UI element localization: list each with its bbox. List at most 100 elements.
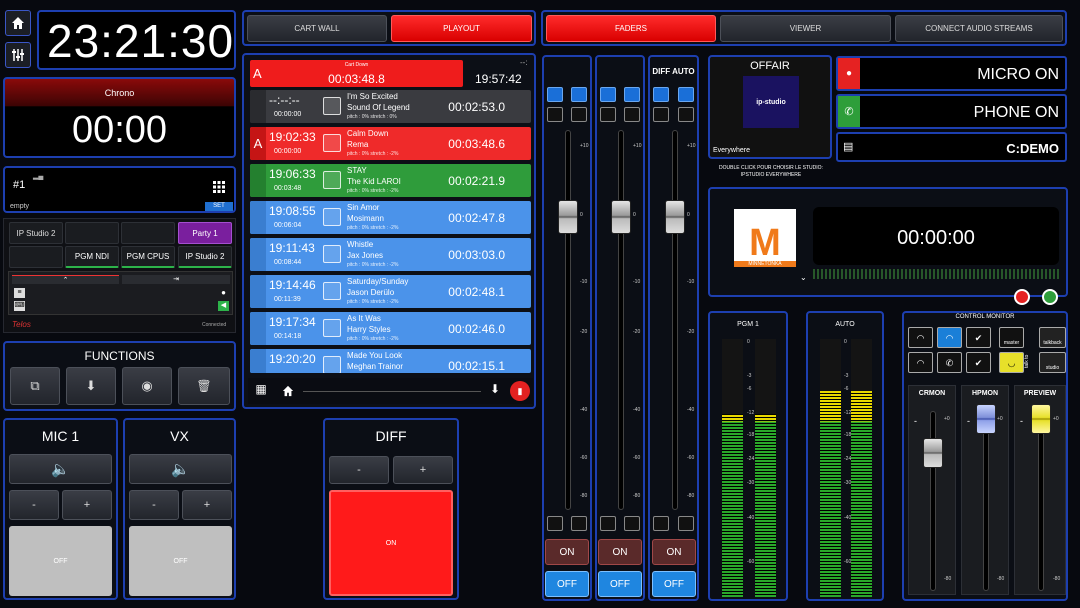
headphone-button[interactable]: ◡ bbox=[999, 352, 1024, 373]
cart-row-8[interactable]: 19:20:20 Made You Look Meghan Trainor 00… bbox=[250, 349, 531, 373]
hpmon-minus[interactable]: - bbox=[967, 416, 970, 426]
monitor-button-6[interactable]: ◠ bbox=[908, 352, 933, 373]
tab-cart-wall[interactable]: CART WALL bbox=[247, 15, 387, 42]
home-button[interactable] bbox=[5, 10, 31, 36]
fader-knob[interactable] bbox=[665, 200, 685, 234]
monitor-button-7[interactable]: ✆ bbox=[937, 352, 962, 373]
stream-button-2[interactable] bbox=[678, 87, 694, 102]
vx-minus-button[interactable]: - bbox=[129, 490, 179, 520]
studio-button[interactable]: studio bbox=[1039, 352, 1066, 373]
route-button[interactable] bbox=[547, 107, 563, 122]
mic-icon[interactable] bbox=[600, 516, 616, 531]
grid-cell-8[interactable]: IP Studio 2 bbox=[178, 246, 232, 268]
diff-plus-button[interactable]: + bbox=[393, 456, 453, 484]
chevron-down-icon[interactable]: ⌄ bbox=[800, 273, 807, 282]
talkback-button[interactable]: talkback bbox=[1039, 327, 1066, 348]
speaker-icon[interactable] bbox=[571, 516, 587, 531]
monitor-button-3[interactable]: ✔ bbox=[966, 327, 991, 348]
offair-panel[interactable]: OFFAIR ip-studio Everywhere bbox=[708, 55, 832, 159]
grid-cell-5[interactable] bbox=[9, 246, 63, 268]
stream-button-2[interactable] bbox=[624, 87, 640, 102]
mini-skip-button[interactable]: ⇥ bbox=[122, 275, 230, 284]
grid-cell-4[interactable]: Party 1 bbox=[178, 222, 232, 244]
vx-mute-button[interactable]: 🔈 bbox=[129, 454, 232, 484]
hpmon-knob[interactable] bbox=[976, 404, 996, 434]
route-button-2[interactable] bbox=[624, 107, 640, 122]
cart-row-2[interactable]: A 19:02:33 00:00:00 Calm Down Rema pitch… bbox=[250, 127, 531, 160]
cart-row-1[interactable]: --:--:-- 00:00:00 I'm So Excited Sound O… bbox=[250, 90, 531, 123]
mini-mic-icon[interactable]: ● bbox=[218, 288, 229, 298]
route-button-2[interactable] bbox=[571, 107, 587, 122]
fader-off-button[interactable]: OFF bbox=[652, 571, 696, 597]
grid-cell-7[interactable]: PGM CPUS bbox=[121, 246, 175, 268]
keyboard-icon[interactable]: ⌨ bbox=[14, 301, 25, 311]
mini-up-button[interactable]: ⌃ bbox=[12, 275, 119, 284]
mic-icon[interactable] bbox=[547, 516, 563, 531]
tab-faders[interactable]: FADERS bbox=[546, 15, 716, 42]
mixer-settings-button[interactable] bbox=[5, 42, 31, 68]
grid-cell-2[interactable] bbox=[65, 222, 119, 244]
cart-row-3[interactable]: 19:06:33 00:03:48 STAY The Kid LAROI pit… bbox=[250, 164, 531, 197]
record-stop-button[interactable] bbox=[1014, 289, 1030, 305]
monitor-button-1[interactable]: ◠ bbox=[908, 327, 933, 348]
preview-knob[interactable] bbox=[1031, 404, 1051, 434]
record-button[interactable]: ◉ bbox=[122, 367, 172, 405]
grid-cell-1[interactable]: IP Studio 2 bbox=[9, 222, 63, 244]
eject-button[interactable]: ▮ bbox=[510, 381, 530, 401]
calendar-button[interactable]: ▦ bbox=[252, 382, 270, 400]
download-button[interactable]: ⬇ bbox=[66, 367, 116, 405]
fader-knob[interactable] bbox=[558, 200, 578, 234]
crmon-minus[interactable]: - bbox=[914, 416, 917, 426]
arrow-down-button[interactable]: ⬇ bbox=[486, 382, 504, 400]
monitor-button-2[interactable]: ◠ bbox=[937, 327, 962, 348]
stream-button-2[interactable] bbox=[571, 87, 587, 102]
fader-strip-3: DIFF AUTO +10 0 -10 -20 -40 -60 -80 ON O… bbox=[648, 55, 699, 601]
grid-cell-3[interactable] bbox=[121, 222, 175, 244]
mic1-mute-button[interactable]: 🔈 bbox=[9, 454, 112, 484]
vx-off-button[interactable]: OFF bbox=[129, 526, 232, 596]
chrono-panel[interactable]: Chrono 00:00 bbox=[3, 77, 236, 158]
mic1-off-button[interactable]: OFF bbox=[9, 526, 112, 596]
route-button[interactable] bbox=[653, 107, 669, 122]
vx-plus-button[interactable]: + bbox=[182, 490, 232, 520]
grid-cell-6[interactable]: PGM NDI bbox=[65, 246, 119, 268]
keypad-button[interactable] bbox=[207, 173, 231, 201]
route-button[interactable] bbox=[600, 107, 616, 122]
speaker-icon[interactable] bbox=[678, 516, 694, 531]
mic1-minus-button[interactable]: - bbox=[9, 490, 59, 520]
fader-off-button[interactable]: OFF bbox=[598, 571, 642, 597]
mic-icon[interactable] bbox=[653, 516, 669, 531]
home-small-button[interactable] bbox=[279, 382, 297, 400]
diff-on-button[interactable]: ON bbox=[329, 490, 453, 596]
list-icon[interactable]: ≡ bbox=[14, 288, 25, 298]
cart-row-4[interactable]: 19:08:55 00:06:04 Sin Amor Mosimann pitc… bbox=[250, 201, 531, 234]
fader-on-button[interactable]: ON bbox=[598, 539, 642, 565]
route-button-2[interactable] bbox=[678, 107, 694, 122]
set-button[interactable]: SET bbox=[205, 202, 233, 211]
mic1-plus-button[interactable]: + bbox=[62, 490, 112, 520]
stream-button[interactable] bbox=[600, 87, 616, 102]
mini-speaker-icon[interactable]: ◀ bbox=[218, 301, 229, 311]
cart-row-5[interactable]: 19:11:43 00:08:44 Whistle Jax Jones pitc… bbox=[250, 238, 531, 271]
delete-button[interactable]: 🗑 bbox=[178, 367, 230, 405]
stream-button[interactable] bbox=[653, 87, 669, 102]
cart-row-7[interactable]: 19:17:34 00:14:18 As It Was Harry Styles… bbox=[250, 312, 531, 345]
cart-row-6[interactable]: 19:14:46 00:11:39 Saturday/Sunday Jason … bbox=[250, 275, 531, 308]
preview-minus[interactable]: - bbox=[1020, 416, 1023, 426]
tab-connect-audio-streams[interactable]: CONNECT AUDIO STREAMS bbox=[895, 15, 1063, 42]
tab-playout[interactable]: PLAYOUT bbox=[391, 15, 532, 42]
fader-off-button[interactable]: OFF bbox=[545, 571, 589, 597]
fader-knob[interactable] bbox=[611, 200, 631, 234]
fader-on-button[interactable]: ON bbox=[545, 539, 589, 565]
monitor-master-button[interactable]: master bbox=[999, 327, 1024, 348]
phone-icon: ✆ bbox=[838, 96, 860, 127]
crmon-knob[interactable] bbox=[923, 438, 943, 468]
diff-minus-button[interactable]: - bbox=[329, 456, 389, 484]
fader-on-button[interactable]: ON bbox=[652, 539, 696, 565]
speaker-icon[interactable] bbox=[624, 516, 640, 531]
tab-viewer[interactable]: VIEWER bbox=[720, 15, 891, 42]
monitor-button-8[interactable]: ✔ bbox=[966, 352, 991, 373]
stream-button[interactable] bbox=[547, 87, 563, 102]
copy-button[interactable]: ⧉ bbox=[10, 367, 60, 405]
play-button[interactable] bbox=[1042, 289, 1058, 305]
